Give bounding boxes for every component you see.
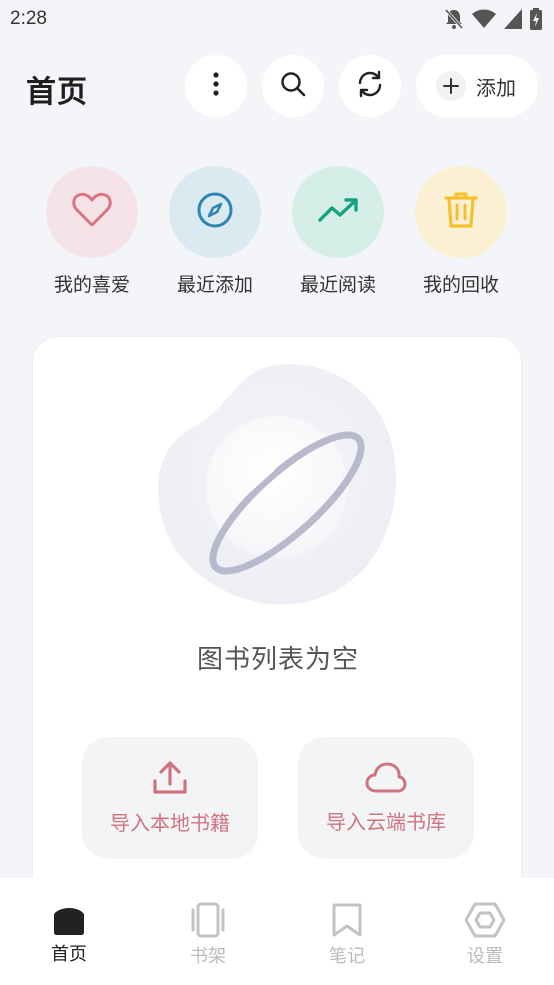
favorites-circle <box>46 166 138 258</box>
nav-label: 书架 <box>190 946 226 967</box>
header: 首页 添加 <box>0 55 554 117</box>
empty-message: 图书列表为空 <box>196 645 359 675</box>
sync-button[interactable] <box>339 55 401 117</box>
quick-label: 最近添加 <box>176 274 253 296</box>
empty-planet-illustration <box>157 363 399 612</box>
quick-recycle[interactable]: 我的回收 <box>406 166 516 297</box>
home-icon <box>29 902 109 936</box>
recycle-circle <box>415 166 507 258</box>
quick-label: 我的喜爱 <box>53 274 130 296</box>
heart-icon <box>72 192 112 232</box>
add-button[interactable]: 添加 <box>416 55 538 117</box>
quick-favorites[interactable]: 我的喜爱 <box>37 166 147 297</box>
bookshelf-icon <box>168 902 248 938</box>
status-bar: 2:28 <box>0 0 554 38</box>
settings-hexagon-icon <box>445 902 525 938</box>
quick-label: 最近阅读 <box>299 274 376 296</box>
cloud-icon <box>365 762 407 798</box>
quick-categories: 我的喜爱 最近添加 最近阅读 我的回收 <box>0 166 554 306</box>
bookmark-icon <box>307 902 387 938</box>
quick-recent-added[interactable]: 最近添加 <box>160 166 270 297</box>
trending-up-icon <box>317 196 359 228</box>
import-local-button[interactable]: 导入本地书籍 <box>82 737 258 859</box>
status-time: 2:28 <box>10 8 47 29</box>
notifications-off-icon <box>444 8 464 30</box>
more-button[interactable] <box>185 55 247 117</box>
wifi-icon <box>472 9 496 29</box>
nav-home[interactable]: 首页 <box>29 902 109 966</box>
status-icons <box>444 8 542 30</box>
nav-notes[interactable]: 笔记 <box>307 902 387 968</box>
recent-added-circle <box>169 166 261 258</box>
upload-icon <box>152 760 188 799</box>
nav-label: 设置 <box>467 946 503 967</box>
bottom-navigation: 首页 书架 笔记 设置 <box>0 878 554 985</box>
page-title: 首页 <box>26 75 88 110</box>
book-list-card: 图书列表为空 导入本地书籍 导入云端书库 <box>32 336 522 936</box>
quick-label: 我的回收 <box>422 274 499 296</box>
compass-icon <box>196 191 234 233</box>
refresh-icon <box>356 70 384 102</box>
nav-bookshelf[interactable]: 书架 <box>168 902 248 968</box>
signal-icon <box>504 9 522 29</box>
add-label: 添加 <box>476 75 516 100</box>
import-local-label: 导入本地书籍 <box>110 810 230 835</box>
nav-label: 笔记 <box>329 946 365 967</box>
search-button[interactable] <box>262 55 324 117</box>
quick-recent-read[interactable]: 最近阅读 <box>283 166 393 297</box>
trash-icon <box>444 191 478 233</box>
nav-label: 首页 <box>51 944 87 965</box>
plus-icon <box>436 71 466 101</box>
nav-settings[interactable]: 设置 <box>445 902 525 968</box>
recent-read-circle <box>292 166 384 258</box>
import-cloud-label: 导入云端书库 <box>326 809 446 834</box>
import-cloud-button[interactable]: 导入云端书库 <box>298 737 474 859</box>
battery-icon <box>530 8 542 30</box>
more-vertical-icon <box>213 72 219 100</box>
search-icon <box>280 71 306 101</box>
